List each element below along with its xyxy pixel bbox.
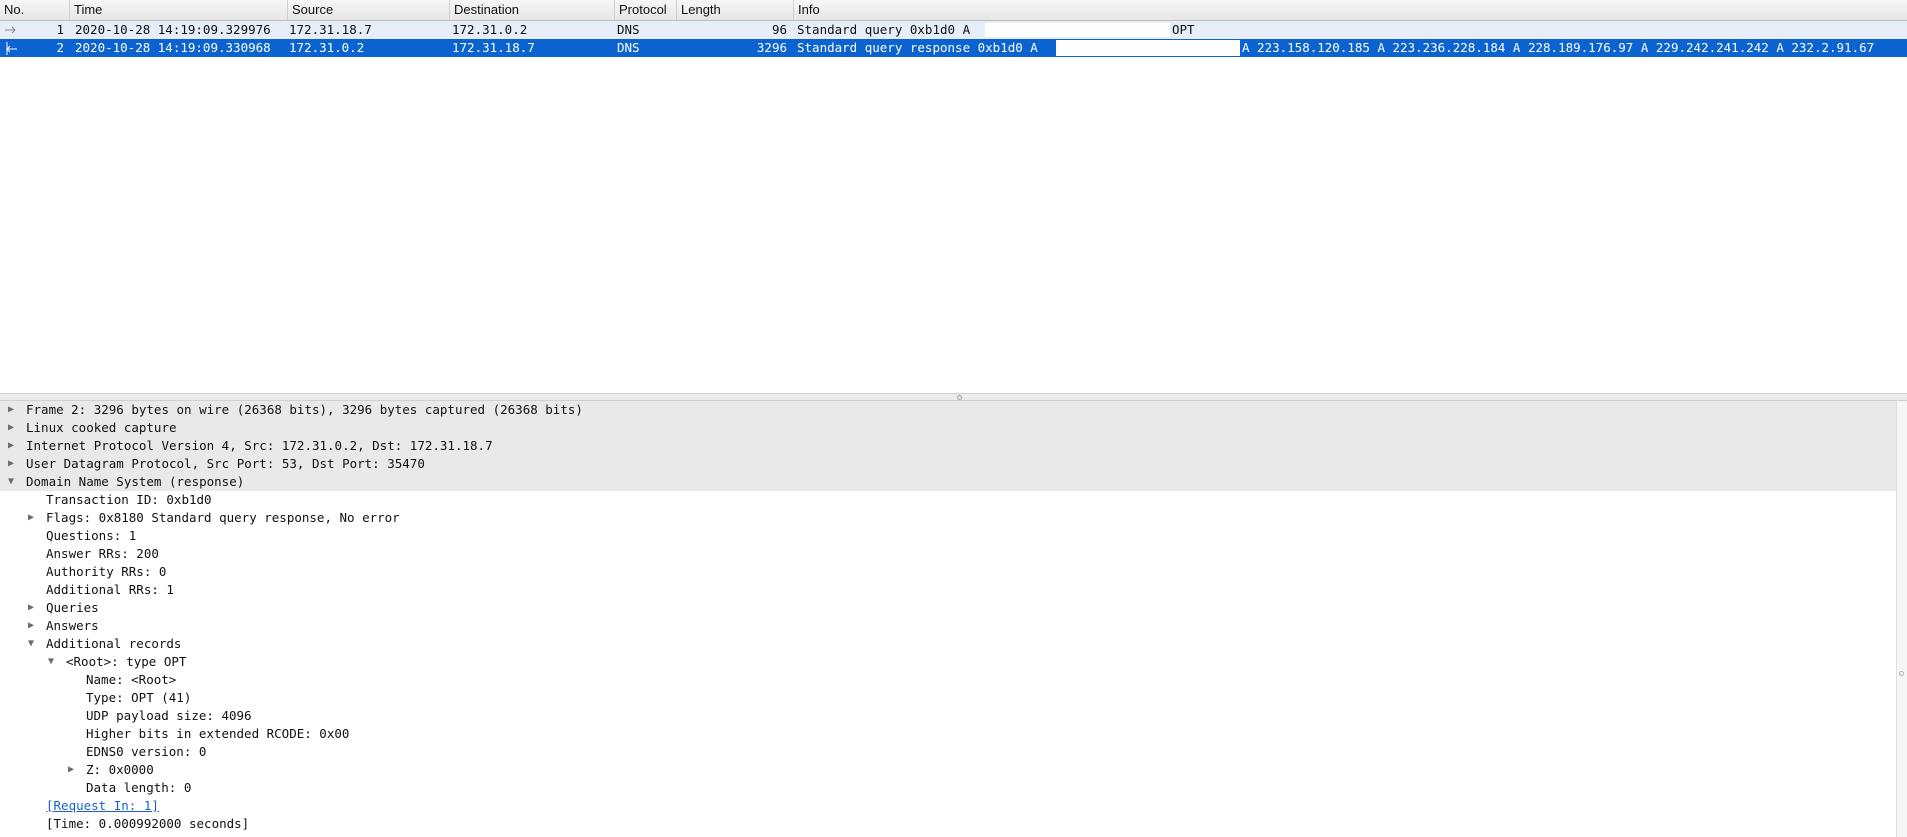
- packet-info-suffix: OPT: [1172, 22, 1195, 37]
- column-header-no[interactable]: No.: [0, 0, 70, 20]
- tree-field-label: Name: <Root>: [86, 672, 177, 687]
- tree-field-questions[interactable]: Questions: 1: [0, 527, 1896, 545]
- expand-triangle-icon[interactable]: ▶: [8, 419, 20, 437]
- expand-triangle-icon[interactable]: ▶: [28, 599, 40, 617]
- tree-field-name[interactable]: Name: <Root>: [0, 671, 1896, 689]
- expand-triangle-icon[interactable]: ▶: [8, 455, 20, 473]
- tree-field-additional-rrs[interactable]: Additional RRs: 1: [0, 581, 1896, 599]
- packet-no: 2: [56, 40, 64, 55]
- packet-info-prefix: Standard query response 0xb1d0 A: [797, 40, 1038, 55]
- splitter-grip-icon: [957, 395, 962, 400]
- request-arrow-icon: [4, 21, 20, 39]
- tree-node-ip[interactable]: ▶ Internet Protocol Version 4, Src: 172.…: [0, 437, 1896, 455]
- tree-node-label: Z: 0x0000: [86, 762, 154, 777]
- redacted-block: [985, 23, 1170, 37]
- column-header-info[interactable]: Info: [794, 0, 1907, 20]
- column-header-destination[interactable]: Destination: [450, 0, 615, 20]
- tree-field-label: Additional RRs: 1: [46, 582, 174, 597]
- tree-field-label: [Time: 0.000992000 seconds]: [46, 816, 250, 831]
- tree-field-label: Higher bits in extended RCODE: 0x00: [86, 726, 350, 741]
- tree-node-label: <Root>: type OPT: [66, 654, 187, 669]
- expand-triangle-icon[interactable]: ▶: [28, 617, 40, 635]
- request-in-link[interactable]: [Request In: 1]: [46, 797, 159, 815]
- tree-node-label: Frame 2: 3296 bytes on wire (26368 bits)…: [26, 402, 583, 417]
- tree-node-root-opt[interactable]: ▼ <Root>: type OPT: [0, 653, 1896, 671]
- tree-node-label: Additional records: [46, 636, 182, 651]
- tree-node-label: Domain Name System (response): [26, 474, 245, 489]
- tree-node-label: Queries: [46, 600, 99, 615]
- expand-triangle-icon[interactable]: ▶: [28, 509, 40, 527]
- packet-length: 96: [771, 22, 787, 37]
- tree-node-label: Linux cooked capture: [26, 420, 177, 435]
- column-header-protocol[interactable]: Protocol: [615, 0, 677, 20]
- column-header-length[interactable]: Length: [677, 0, 794, 20]
- tree-field-label: EDNS0 version: 0: [86, 744, 207, 759]
- tree-node-queries[interactable]: ▶ Queries: [0, 599, 1896, 617]
- packet-time: 2020-10-28 14:19:09.329976: [75, 22, 271, 37]
- tree-node-additional-records[interactable]: ▼ Additional records: [0, 635, 1896, 653]
- tree-node-label: User Datagram Protocol, Src Port: 53, Ds…: [26, 456, 425, 471]
- expand-triangle-icon[interactable]: ▶: [8, 437, 20, 455]
- details-scrollbar[interactable]: [1896, 401, 1907, 837]
- column-header-time[interactable]: Time: [70, 0, 288, 20]
- redacted-block: [1056, 40, 1240, 56]
- column-header-source[interactable]: Source: [288, 0, 450, 20]
- packet-destination: 172.31.0.2: [452, 22, 528, 37]
- packet-list-header: No. Time Source Destination Protocol Len…: [0, 0, 1907, 21]
- response-arrow-icon: [4, 39, 20, 57]
- tree-field-data-length[interactable]: Data length: 0: [0, 779, 1896, 797]
- tree-field-authority-rrs[interactable]: Authority RRs: 0: [0, 563, 1896, 581]
- tree-field-label: Questions: 1: [46, 528, 137, 543]
- packet-info-prefix: Standard query 0xb1d0 A: [797, 22, 971, 37]
- packet-source: 172.31.18.7: [289, 22, 372, 37]
- packet-list[interactable]: No. Time Source Destination Protocol Len…: [0, 0, 1907, 394]
- tree-node-flags[interactable]: ▶ Flags: 0x8180 Standard query response,…: [0, 509, 1896, 527]
- packet-no: 1: [56, 22, 64, 37]
- pane-splitter[interactable]: [0, 393, 1907, 401]
- tree-node-z[interactable]: ▶ Z: 0x0000: [0, 761, 1896, 779]
- tree-field-label: Answer RRs: 200: [46, 546, 159, 561]
- packet-details-pane[interactable]: ▶ Frame 2: 3296 bytes on wire (26368 bit…: [0, 401, 1907, 837]
- tree-node-label: Answers: [46, 618, 99, 633]
- tree-field-transaction-id[interactable]: Transaction ID: 0xb1d0: [0, 491, 1896, 509]
- tree-field-time[interactable]: [Time: 0.000992000 seconds]: [0, 815, 1896, 833]
- tree-node-udp[interactable]: ▶ User Datagram Protocol, Src Port: 53, …: [0, 455, 1896, 473]
- tree-field-label: Data length: 0: [86, 780, 192, 795]
- tree-field-udp-payload-size[interactable]: UDP payload size: 4096: [0, 707, 1896, 725]
- packet-row-1[interactable]: 1 2020-10-28 14:19:09.329976 172.31.18.7…: [0, 21, 1907, 39]
- collapse-triangle-icon[interactable]: ▼: [28, 635, 40, 653]
- packet-time: 2020-10-28 14:19:09.330968: [75, 40, 271, 55]
- packet-protocol: DNS: [617, 40, 640, 55]
- packet-row-2[interactable]: 2 2020-10-28 14:19:09.330968 172.31.0.2 …: [0, 39, 1907, 57]
- packet-source: 172.31.0.2: [289, 40, 365, 55]
- tree-field-type[interactable]: Type: OPT (41): [0, 689, 1896, 707]
- tree-field-request-in[interactable]: [Request In: 1]: [0, 797, 1896, 815]
- packet-destination: 172.31.18.7: [452, 40, 535, 55]
- tree-node-frame[interactable]: ▶ Frame 2: 3296 bytes on wire (26368 bit…: [0, 401, 1896, 419]
- packet-info-suffix: A 223.158.120.185 A 223.236.228.184 A 22…: [1242, 40, 1875, 55]
- tree-node-label: Internet Protocol Version 4, Src: 172.31…: [26, 438, 493, 453]
- tree-field-edns0-version[interactable]: EDNS0 version: 0: [0, 743, 1896, 761]
- expand-triangle-icon[interactable]: ▶: [8, 401, 20, 419]
- tree-field-label: Type: OPT (41): [86, 690, 192, 705]
- scrollbar-grip-icon: [1899, 671, 1904, 676]
- tree-field-label: UDP payload size: 4096: [86, 708, 252, 723]
- packet-protocol: DNS: [617, 22, 640, 37]
- tree-field-label: Transaction ID: 0xb1d0: [46, 492, 212, 507]
- expand-triangle-icon[interactable]: ▶: [68, 761, 80, 779]
- tree-node-answers[interactable]: ▶ Answers: [0, 617, 1896, 635]
- tree-field-label: Authority RRs: 0: [46, 564, 167, 579]
- tree-node-linux-cooked[interactable]: ▶ Linux cooked capture: [0, 419, 1896, 437]
- tree-node-dns[interactable]: ▼ Domain Name System (response): [0, 473, 1896, 491]
- packet-length: 3296: [756, 40, 787, 55]
- tree-node-label: Flags: 0x8180 Standard query response, N…: [46, 510, 400, 525]
- tree-field-answer-rrs[interactable]: Answer RRs: 200: [0, 545, 1896, 563]
- collapse-triangle-icon[interactable]: ▼: [48, 653, 60, 671]
- tree-field-higher-bits[interactable]: Higher bits in extended RCODE: 0x00: [0, 725, 1896, 743]
- collapse-triangle-icon[interactable]: ▼: [8, 473, 20, 491]
